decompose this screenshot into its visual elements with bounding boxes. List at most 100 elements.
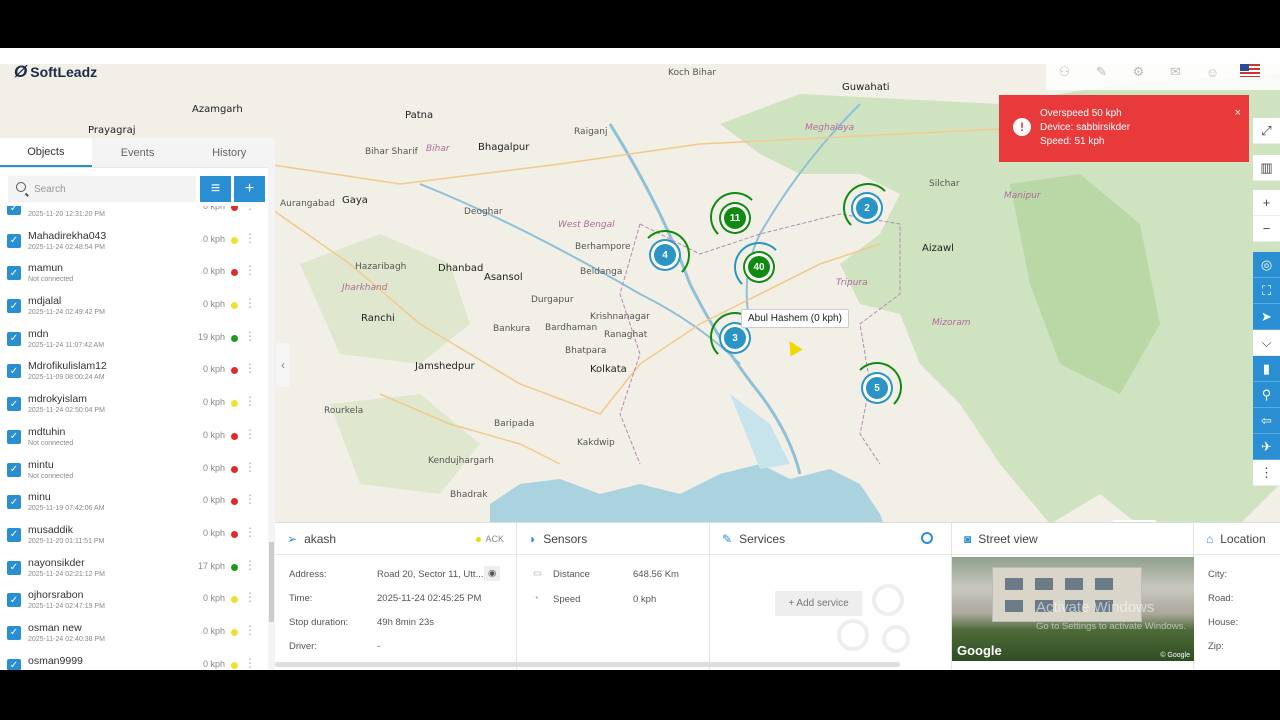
chat-icon[interactable]: ✉ xyxy=(1157,64,1194,80)
collapse-panel-button[interactable]: ‹ xyxy=(276,343,290,387)
kebab-menu-icon[interactable]: ⋮ xyxy=(244,492,256,506)
route-icon[interactable]: ⇦ xyxy=(1253,408,1280,434)
kebab-menu-icon[interactable]: ⋮ xyxy=(244,623,256,637)
time-value: 2025-11-24 02:45:25 PM xyxy=(377,593,482,604)
kebab-menu-icon[interactable]: ⋮ xyxy=(244,656,256,670)
kebab-menu-icon[interactable]: ⋮ xyxy=(244,558,256,572)
tab-events[interactable]: Events xyxy=(91,138,184,167)
visibility-checkbox[interactable]: ✓ xyxy=(7,429,21,444)
list-item[interactable]: ✓ minu 2025-11-19 07:42:06 AM 0 kph ⋮ xyxy=(0,489,268,522)
kebab-menu-icon[interactable]: ⋮ xyxy=(244,460,256,474)
us-flag-icon[interactable] xyxy=(1231,64,1268,80)
visibility-checkbox[interactable]: ✓ xyxy=(7,299,21,314)
visibility-checkbox[interactable]: ✓ xyxy=(7,233,21,248)
kebab-menu-icon[interactable]: ⋮ xyxy=(244,361,256,375)
map-cluster-marker[interactable]: 40 xyxy=(748,256,770,278)
info-icon: ! xyxy=(1013,118,1031,136)
logo[interactable]: Ø SoftLeadz xyxy=(14,62,97,82)
map-cluster-marker[interactable]: 4 xyxy=(654,244,676,266)
ruler-icon[interactable]: ⌵ xyxy=(1253,330,1280,356)
object-speed: 0 kph xyxy=(202,266,225,277)
list-item[interactable]: ✓ mdjalal 2025-11-24 02:49:42 PM 0 kph ⋮ xyxy=(0,293,268,326)
object-time: 2025-11-24 02:49:42 PM xyxy=(28,309,105,317)
add-object-button[interactable]: + xyxy=(234,176,265,202)
list-item[interactable]: ✓ Mdrofikulislam12 2025-11-09 08:00:24 AM 0… xyxy=(0,358,268,391)
list-item[interactable]: ✓ musaddik 2025-11-20 01:11:51 PM 0 kph ⋮ xyxy=(0,522,268,555)
close-icon[interactable]: × xyxy=(1235,107,1241,119)
object-name: ojhorsrabon xyxy=(28,589,84,602)
more-icon[interactable]: ⋮ xyxy=(1253,460,1280,486)
visibility-checkbox[interactable]: ✓ xyxy=(7,527,21,542)
visibility-checkbox[interactable]: ✓ xyxy=(7,625,21,640)
visibility-checkbox[interactable]: ✓ xyxy=(7,495,21,510)
map-layers-icon[interactable]: ▥ xyxy=(1253,155,1280,181)
visibility-checkbox[interactable]: ✓ xyxy=(7,364,21,379)
map-cluster-marker[interactable]: 11 xyxy=(724,207,746,229)
fit-bounds-icon[interactable]: ⛶ xyxy=(1253,278,1280,304)
horizontal-scrollbar[interactable] xyxy=(275,662,900,667)
visibility-checkbox[interactable]: ✓ xyxy=(7,462,21,477)
services-settings-icon[interactable] xyxy=(921,532,933,544)
visibility-checkbox[interactable]: ✓ xyxy=(7,206,21,215)
scrollbar-thumb[interactable] xyxy=(269,542,274,622)
status-dot xyxy=(231,563,238,571)
target-icon[interactable]: ◎ xyxy=(1253,252,1280,278)
map-label: Krishnanagar xyxy=(590,312,650,322)
list-item[interactable]: ✓ nayonsikder 2025-11-24 02:21:12 PM 17 kph… xyxy=(0,555,268,588)
kebab-menu-icon[interactable]: ⋮ xyxy=(244,525,256,539)
navigation-icon[interactable]: ➤ xyxy=(1253,304,1280,330)
list-item[interactable]: ✓ osman9999 0 kph ⋮ xyxy=(0,653,268,670)
list-item[interactable]: ✓ mintu Not connected 0 kph ⋮ xyxy=(0,457,268,490)
object-speed: 0 kph xyxy=(202,364,225,375)
list-item[interactable]: ✓ falcan 2025-11-20 12:31:20 PM 0 kph ⋮ xyxy=(0,206,268,228)
map-label: Bhagalpur xyxy=(478,142,530,153)
object-time: 2025-11-24 02:21:12 PM xyxy=(28,570,105,578)
list-item[interactable]: ✓ ojhorsrabon 2025-11-24 02:47:19 PM 0 kph ⋮ xyxy=(0,587,268,620)
distance-icon: ▭ xyxy=(533,568,542,579)
list-item[interactable]: ✓ mdn 2025-11-24 11:07:42 AM 19 kph ⋮ xyxy=(0,326,268,359)
kebab-menu-icon[interactable]: ⋮ xyxy=(244,427,256,441)
visibility-checkbox[interactable]: ✓ xyxy=(7,658,21,670)
kebab-menu-icon[interactable]: ⋮ xyxy=(244,394,256,408)
objects-icon[interactable]: ⚇ xyxy=(1046,64,1083,80)
search-input[interactable]: Search xyxy=(8,176,196,202)
map-cluster-marker[interactable]: 5 xyxy=(866,377,888,399)
list-item[interactable]: ✓ mdrokyislam 2025-11-24 02:50:04 PM 0 kph ⋮ xyxy=(0,391,268,424)
visibility-checkbox[interactable]: ✓ xyxy=(7,397,21,412)
tools-icon[interactable]: ✎ xyxy=(1083,64,1120,80)
zoom-out-button[interactable]: − xyxy=(1253,216,1280,242)
visibility-checkbox[interactable]: ✓ xyxy=(7,331,21,346)
kebab-menu-icon[interactable]: ⋮ xyxy=(244,590,256,604)
list-item[interactable]: ✓ mdtuhin Not connected 0 kph ⋮ xyxy=(0,424,268,457)
visibility-checkbox[interactable]: ✓ xyxy=(7,266,21,281)
objects-scrollbar[interactable] xyxy=(268,138,275,670)
list-item[interactable]: ✓ mamun Not connected 0 kph ⋮ xyxy=(0,260,268,293)
poi-marker-icon[interactable]: ⚲ xyxy=(1253,382,1280,408)
tab-objects[interactable]: Objects xyxy=(0,138,92,167)
send-command-icon[interactable]: ✈ xyxy=(1253,434,1280,460)
map-cluster-marker[interactable]: 3 xyxy=(724,327,746,349)
kebab-menu-icon[interactable]: ⋮ xyxy=(244,206,256,212)
map-label: Azamgarh xyxy=(192,104,243,115)
zoom-in-button[interactable]: + xyxy=(1253,190,1280,216)
kebab-menu-icon[interactable]: ⋮ xyxy=(244,329,256,343)
kebab-menu-icon[interactable]: ⋮ xyxy=(244,231,256,245)
kebab-menu-icon[interactable]: ⋮ xyxy=(244,296,256,310)
distance-value: 648.56 Km xyxy=(633,569,679,580)
tab-history[interactable]: History xyxy=(183,138,276,167)
map-cluster-marker[interactable]: 2 xyxy=(856,197,878,219)
settings-icon[interactable]: ⚙ xyxy=(1120,64,1157,80)
user-icon[interactable]: ☺ xyxy=(1194,65,1231,80)
list-item[interactable]: ✓ Mahadirekha043 2025-11-24 02:48:54 PM 0 k… xyxy=(0,228,268,261)
object-speed: 0 kph xyxy=(202,206,225,211)
map-label: Asansol xyxy=(484,272,523,283)
ack-badge[interactable]: ACK xyxy=(476,534,504,544)
visibility-checkbox[interactable]: ✓ xyxy=(7,593,21,608)
list-options-button[interactable]: ≡ xyxy=(200,176,231,202)
list-item[interactable]: ✓ osman new 2025-11-24 02:40:38 PM 0 kph ⋮ xyxy=(0,620,268,653)
eye-icon[interactable]: ◉ xyxy=(484,566,501,581)
fullscreen-icon[interactable]: ⤢ xyxy=(1253,118,1280,144)
device-icon[interactable]: ▮ xyxy=(1253,356,1280,382)
visibility-checkbox[interactable]: ✓ xyxy=(7,560,21,575)
kebab-menu-icon[interactable]: ⋮ xyxy=(244,263,256,277)
